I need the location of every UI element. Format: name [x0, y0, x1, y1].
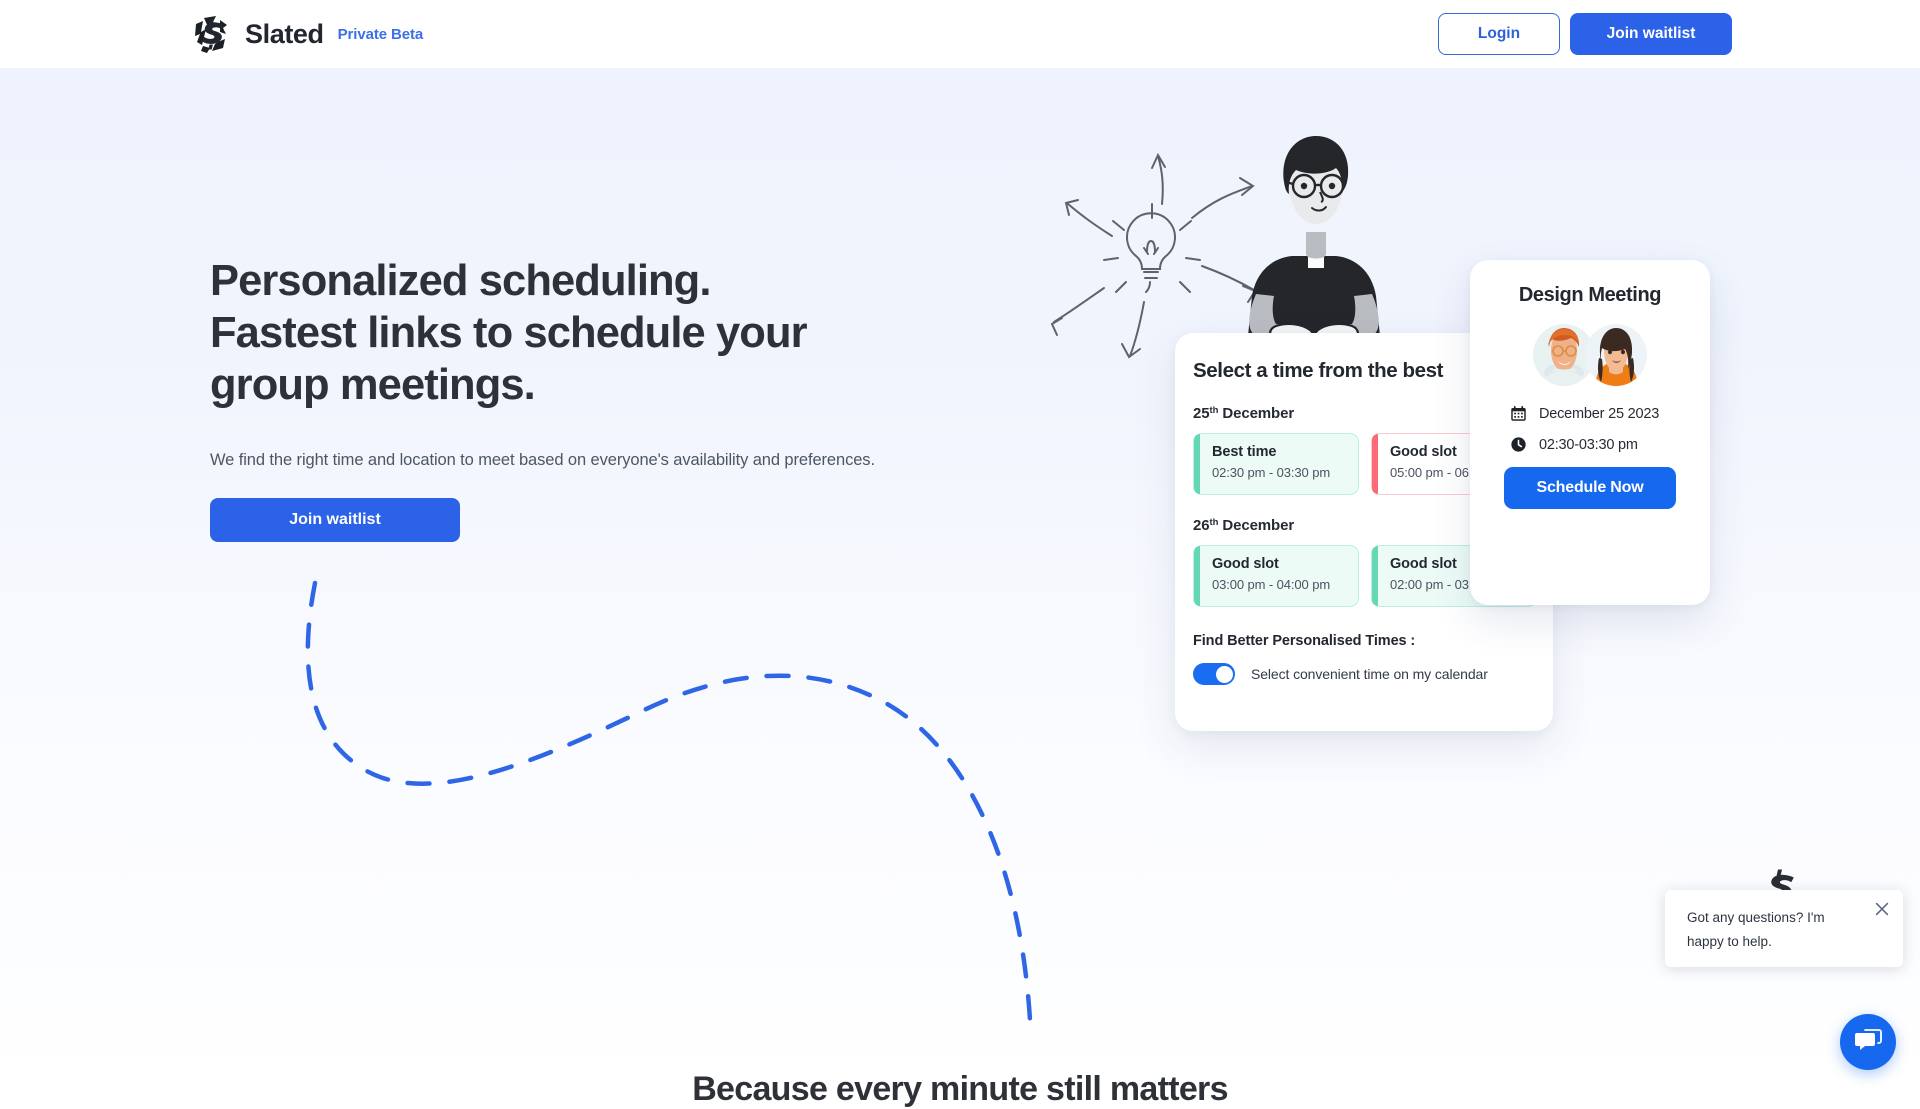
brand-name: Slated [245, 18, 324, 49]
close-icon[interactable] [1873, 900, 1891, 918]
meeting-title: Design Meeting [1518, 284, 1662, 306]
toggle-knob [1215, 665, 1233, 683]
avatar [1585, 324, 1647, 386]
site-header: Slated Private Beta Login Join waitlist [0, 0, 1920, 68]
meeting-avatars [1470, 324, 1710, 386]
login-button[interactable]: Login [1438, 13, 1560, 55]
calendar-icon [1511, 406, 1526, 421]
personalise-heading: Find Better Personalised Times : [1193, 633, 1416, 649]
chat-bubble-icon [1855, 1029, 1882, 1050]
calendar-toggle-label: Select convenient time on my calendar [1251, 666, 1488, 682]
calendar-toggle[interactable] [1193, 663, 1235, 685]
chat-launcher-button[interactable] [1840, 1014, 1896, 1070]
lightbulb-idea-icon [1050, 152, 1257, 359]
hero-copy: Personalized scheduling. Fastest links t… [210, 255, 970, 542]
meeting-time-row: 02:30-03:30 pm [1510, 436, 1710, 453]
date-month-1: December [1218, 405, 1295, 422]
time-slot[interactable]: Best time 02:30 pm - 03:30 pm [1193, 433, 1359, 495]
meeting-meta: December 25 2023 02:30-03:30 pm [1470, 405, 1710, 453]
slot-name: Good slot [1212, 556, 1279, 572]
date-month-2: December [1218, 517, 1295, 534]
date-day-1: 25 [1193, 405, 1210, 422]
meeting-time: 02:30-03:30 pm [1539, 436, 1638, 453]
calendar-toggle-row: Select convenient time on my calendar [1193, 663, 1553, 685]
design-meeting-card: Design Meeting December 25 2023 02:30-03… [1470, 260, 1710, 605]
slot-name: Best time [1212, 444, 1277, 460]
date-day-2: 26 [1193, 517, 1210, 534]
join-waitlist-header-button[interactable]: Join waitlist [1570, 13, 1732, 55]
chat-message-bubble: Got any questions? I'm happy to help. [1665, 890, 1903, 967]
hero-lower-section [0, 780, 1920, 1080]
page-title: Personalized scheduling. Fastest links t… [210, 257, 808, 409]
hero-subtitle: We find the right time and location to m… [210, 451, 875, 469]
chat-message-text: Got any questions? I'm happy to help. [1687, 910, 1825, 949]
brand-badge: Private Beta [337, 25, 424, 43]
schedule-now-button[interactable]: Schedule Now [1504, 467, 1676, 509]
slot-time: 02:30 pm - 03:30 pm [1212, 465, 1331, 480]
brand-logo[interactable]: Slated Private Beta [190, 12, 423, 56]
date-sup-1: th [1209, 405, 1219, 416]
clock-icon [1511, 437, 1526, 452]
slated-logo-icon [195, 16, 227, 53]
person-illustration-icon [1248, 136, 1380, 342]
header-actions: Login Join waitlist [1438, 13, 1732, 55]
date-sup-2: th [1209, 517, 1219, 528]
bottom-section-heading: Because every minute still matters [692, 1070, 1228, 1108]
avatar-person-2-icon [1585, 324, 1647, 386]
slot-time: 03:00 pm - 04:00 pm [1212, 577, 1331, 592]
time-slot[interactable]: Good slot 03:00 pm - 04:00 pm [1193, 545, 1359, 607]
meeting-date-row: December 25 2023 [1510, 405, 1710, 422]
hero-illustration [1050, 136, 1380, 359]
join-waitlist-hero-button[interactable]: Join waitlist [210, 498, 460, 542]
meeting-date: December 25 2023 [1539, 405, 1660, 422]
